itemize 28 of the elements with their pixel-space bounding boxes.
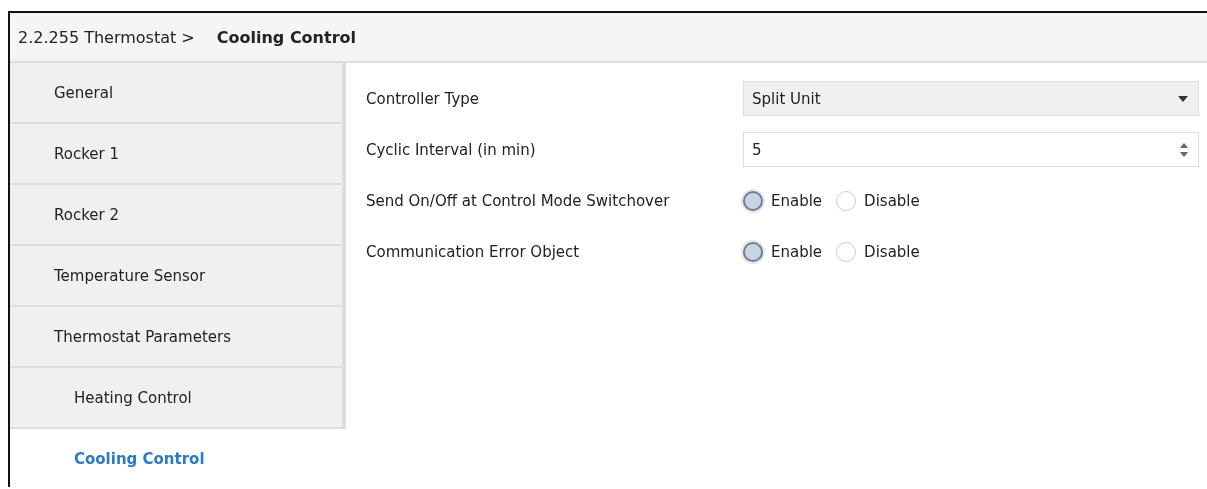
sidebar-item[interactable]: Rocker 1 xyxy=(10,124,346,185)
spinner-arrows-icon xyxy=(1180,141,1188,158)
parameter-label: Send On/Off at Control Mode Switchover xyxy=(366,191,671,210)
parameter-label: Communication Error Object xyxy=(366,242,581,261)
dropdown[interactable]: Split Unit xyxy=(743,81,1199,116)
number-field[interactable]: 5 xyxy=(743,132,1199,167)
sidebar-item[interactable]: General xyxy=(10,63,346,124)
radio-option[interactable]: Enable xyxy=(743,190,823,211)
sidebar-item[interactable]: Temperature Sensor xyxy=(10,246,346,307)
page-title: Cooling Control xyxy=(216,27,356,47)
radio-button[interactable] xyxy=(836,241,857,262)
radio-option[interactable]: Enable xyxy=(743,241,823,262)
radio-button[interactable] xyxy=(836,190,857,211)
radio-option[interactable]: Disable xyxy=(836,190,920,211)
sidebar-item[interactable]: Rocker 2 xyxy=(10,185,346,246)
sidebar-item[interactable]: Thermostat Parameters xyxy=(10,307,346,368)
radio-label: Enable xyxy=(771,191,823,210)
breadcrumb-path[interactable]: 2.2.255 Thermostat > xyxy=(18,27,195,47)
parameter-label: Cyclic Interval (in min) xyxy=(366,140,537,159)
radio-label: Disable xyxy=(864,191,920,210)
dropdown-arrow-icon xyxy=(1178,95,1188,102)
radio-button[interactable] xyxy=(743,190,763,211)
radio-option[interactable]: Disable xyxy=(836,241,920,262)
radio-label: Enable xyxy=(771,242,823,261)
radio-label: Disable xyxy=(864,242,920,261)
sidebar-item[interactable]: Heating Control xyxy=(10,368,346,429)
radio-button[interactable] xyxy=(743,241,763,262)
parameter-label: Controller Type xyxy=(366,89,480,108)
